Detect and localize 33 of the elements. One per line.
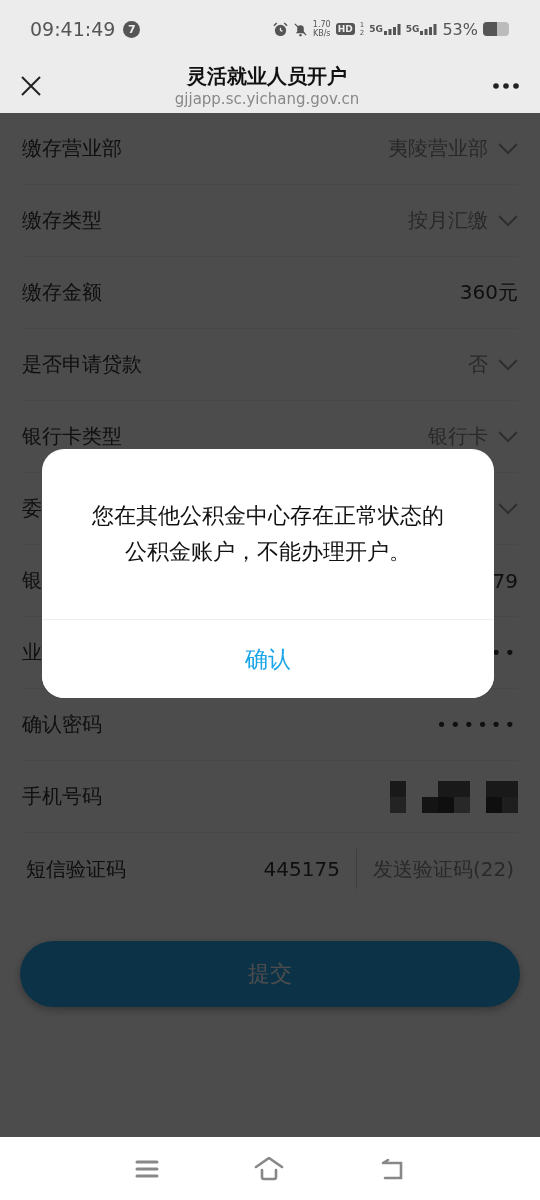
field-label: 缴存营业部 xyxy=(22,135,122,162)
signal-icon xyxy=(383,23,401,35)
more-icon[interactable] xyxy=(492,81,520,90)
home-icon[interactable] xyxy=(254,1156,284,1181)
field-label: 手机号码 xyxy=(22,783,102,810)
battery-percent: 53% xyxy=(442,19,478,39)
muted-bell-icon xyxy=(292,21,308,37)
field-label: 缴存类型 xyxy=(22,207,102,234)
battery-icon xyxy=(483,22,510,36)
alarm-clock-icon xyxy=(272,21,288,37)
field-value: 79 xyxy=(492,568,518,593)
network-type: 5G xyxy=(405,23,420,34)
network-type: 5G xyxy=(369,23,383,34)
speed-unit: KB/s xyxy=(312,29,331,38)
field-label: 缴存金额 xyxy=(22,279,102,306)
network-speed: 1.70 xyxy=(312,20,331,29)
clock-time: 09:41:49 xyxy=(30,18,116,40)
notification-count: 7 xyxy=(123,20,141,38)
dialog-message: 您在其他公积金中心存在正常状态的公积金账户，不能办理开户。 xyxy=(91,502,445,566)
menu-icon[interactable] xyxy=(135,1158,159,1179)
hd-badge: HD xyxy=(335,23,355,35)
page-title: 灵活就业人员开户 xyxy=(187,62,347,89)
signal-icon xyxy=(420,23,438,35)
field-label: 银 xyxy=(22,567,42,594)
field-value: 360元 xyxy=(459,279,518,306)
back-icon[interactable] xyxy=(379,1156,405,1181)
field-label: 短信验证码 xyxy=(26,855,126,883)
field-label: 是否申请贷款 xyxy=(22,351,142,378)
field-label: 银行卡类型 xyxy=(22,423,122,450)
field-label: 业 xyxy=(22,639,42,666)
field-label: 委 xyxy=(22,495,42,522)
field-label: 确认密码 xyxy=(22,711,102,738)
page-url: gjjapp.sc.yichang.gov.cn xyxy=(174,88,360,109)
